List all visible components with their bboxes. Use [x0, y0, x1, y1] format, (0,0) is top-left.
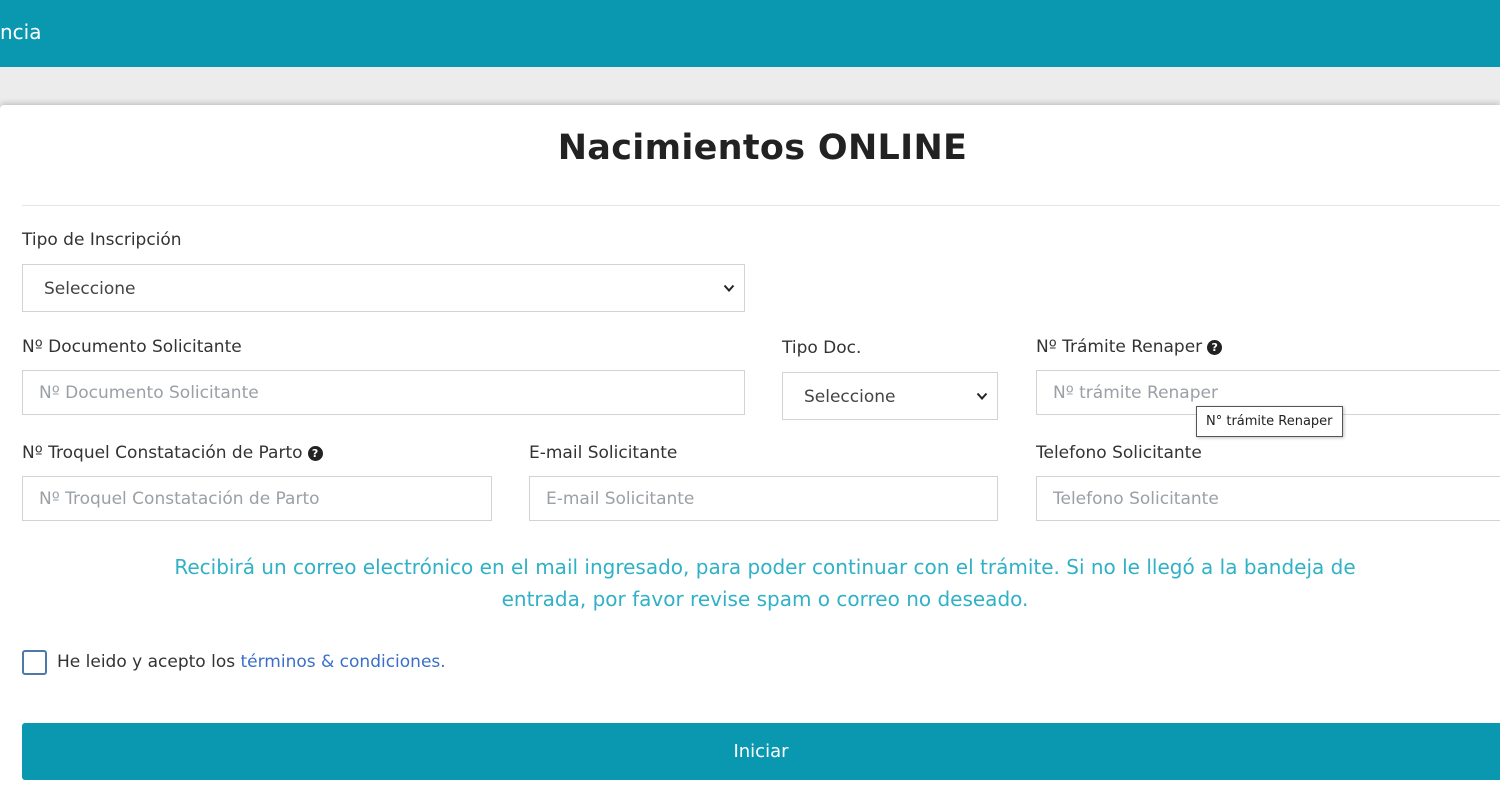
- terms-checkbox[interactable]: [22, 650, 47, 675]
- troquel-field[interactable]: [22, 476, 492, 521]
- tipo-doc-selected: Seleccione: [804, 387, 896, 407]
- email-label: E-mail Solicitante: [529, 443, 678, 463]
- documento-label: Nº Documento Solicitante: [22, 337, 242, 357]
- telefono-label: Telefono Solicitante: [1036, 443, 1202, 463]
- telefono-input[interactable]: [1037, 477, 1500, 520]
- terms-link[interactable]: términos & condiciones.: [240, 652, 445, 672]
- tramite-renaper-label-text: Nº Trámite Renaper: [1036, 337, 1203, 357]
- troquel-label-text: Nº Troquel Constatación de Parto: [22, 443, 303, 463]
- question-circle-icon[interactable]: ?: [1207, 340, 1223, 355]
- tipo-inscripcion-selected: Seleccione: [44, 279, 136, 299]
- troquel-label: Nº Troquel Constatación de Parto?: [22, 442, 323, 464]
- terms-prefix: He leido y acepto los: [57, 652, 241, 672]
- email-input[interactable]: [530, 477, 997, 520]
- terms-label: He leido y acepto los términos & condici…: [57, 650, 446, 674]
- iniciar-button[interactable]: Iniciar: [22, 723, 1500, 780]
- email-field[interactable]: [529, 476, 998, 521]
- tipo-doc-select[interactable]: Seleccione: [782, 372, 998, 420]
- page-title: Nacimientos ONLINE: [557, 128, 968, 168]
- question-circle-icon[interactable]: ?: [307, 446, 323, 461]
- documento-field[interactable]: [22, 370, 745, 415]
- tipo-doc-label: Tipo Doc.: [782, 338, 862, 358]
- email-info-message: Recibirá un correo electrónico en el mai…: [174, 555, 1356, 611]
- page-background-band: [0, 67, 1500, 105]
- title-divider: [22, 205, 1500, 206]
- troquel-input[interactable]: [23, 477, 491, 520]
- telefono-field[interactable]: [1036, 476, 1500, 521]
- documento-input[interactable]: [23, 371, 744, 414]
- tipo-inscripcion-label: Tipo de Inscripción: [22, 230, 182, 250]
- chevron-down-icon: [723, 284, 735, 292]
- header-title[interactable]: ncia: [0, 18, 41, 46]
- tramite-renaper-tooltip: N° trámite Renaper: [1196, 406, 1343, 437]
- top-header-bar: ncia: [0, 0, 1500, 67]
- chevron-down-icon: [976, 392, 988, 400]
- tramite-renaper-label: Nº Trámite Renaper?: [1036, 336, 1223, 358]
- tipo-inscripcion-select[interactable]: Seleccione: [22, 264, 745, 312]
